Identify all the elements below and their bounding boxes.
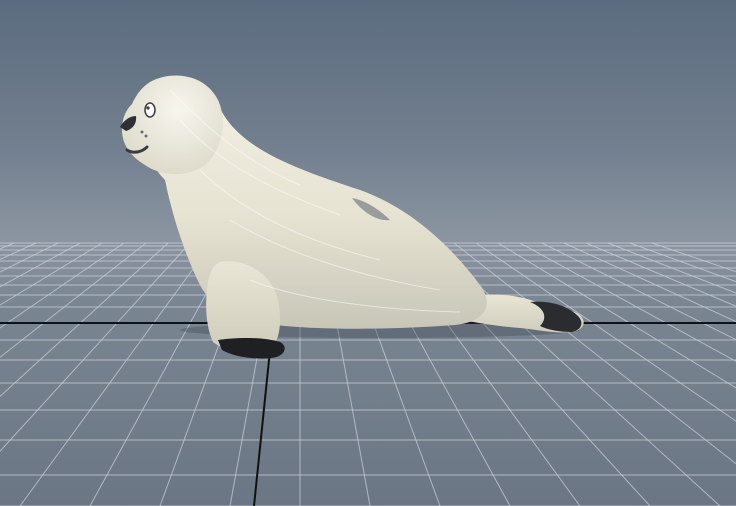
grid-column-line [453, 242, 736, 465]
viewport-canvas[interactable] [0, 0, 736, 506]
grid-column-line [0, 242, 169, 398]
grid-column-line [475, 242, 736, 422]
grid-column-line [0, 242, 81, 288]
seal-model[interactable] [120, 75, 584, 359]
grid-column-line [651, 242, 736, 273]
grid-column-line [0, 242, 103, 306]
grid-column-line [607, 242, 736, 294]
grid-column-line [519, 242, 736, 362]
grid-column-line [0, 242, 125, 329]
3d-viewport[interactable] [0, 0, 736, 506]
grid-column-line [563, 242, 736, 323]
grid-column-line [541, 242, 736, 341]
grid-column-line [629, 242, 736, 283]
grid-column-line [0, 242, 37, 260]
grid-column-line [19, 242, 213, 506]
